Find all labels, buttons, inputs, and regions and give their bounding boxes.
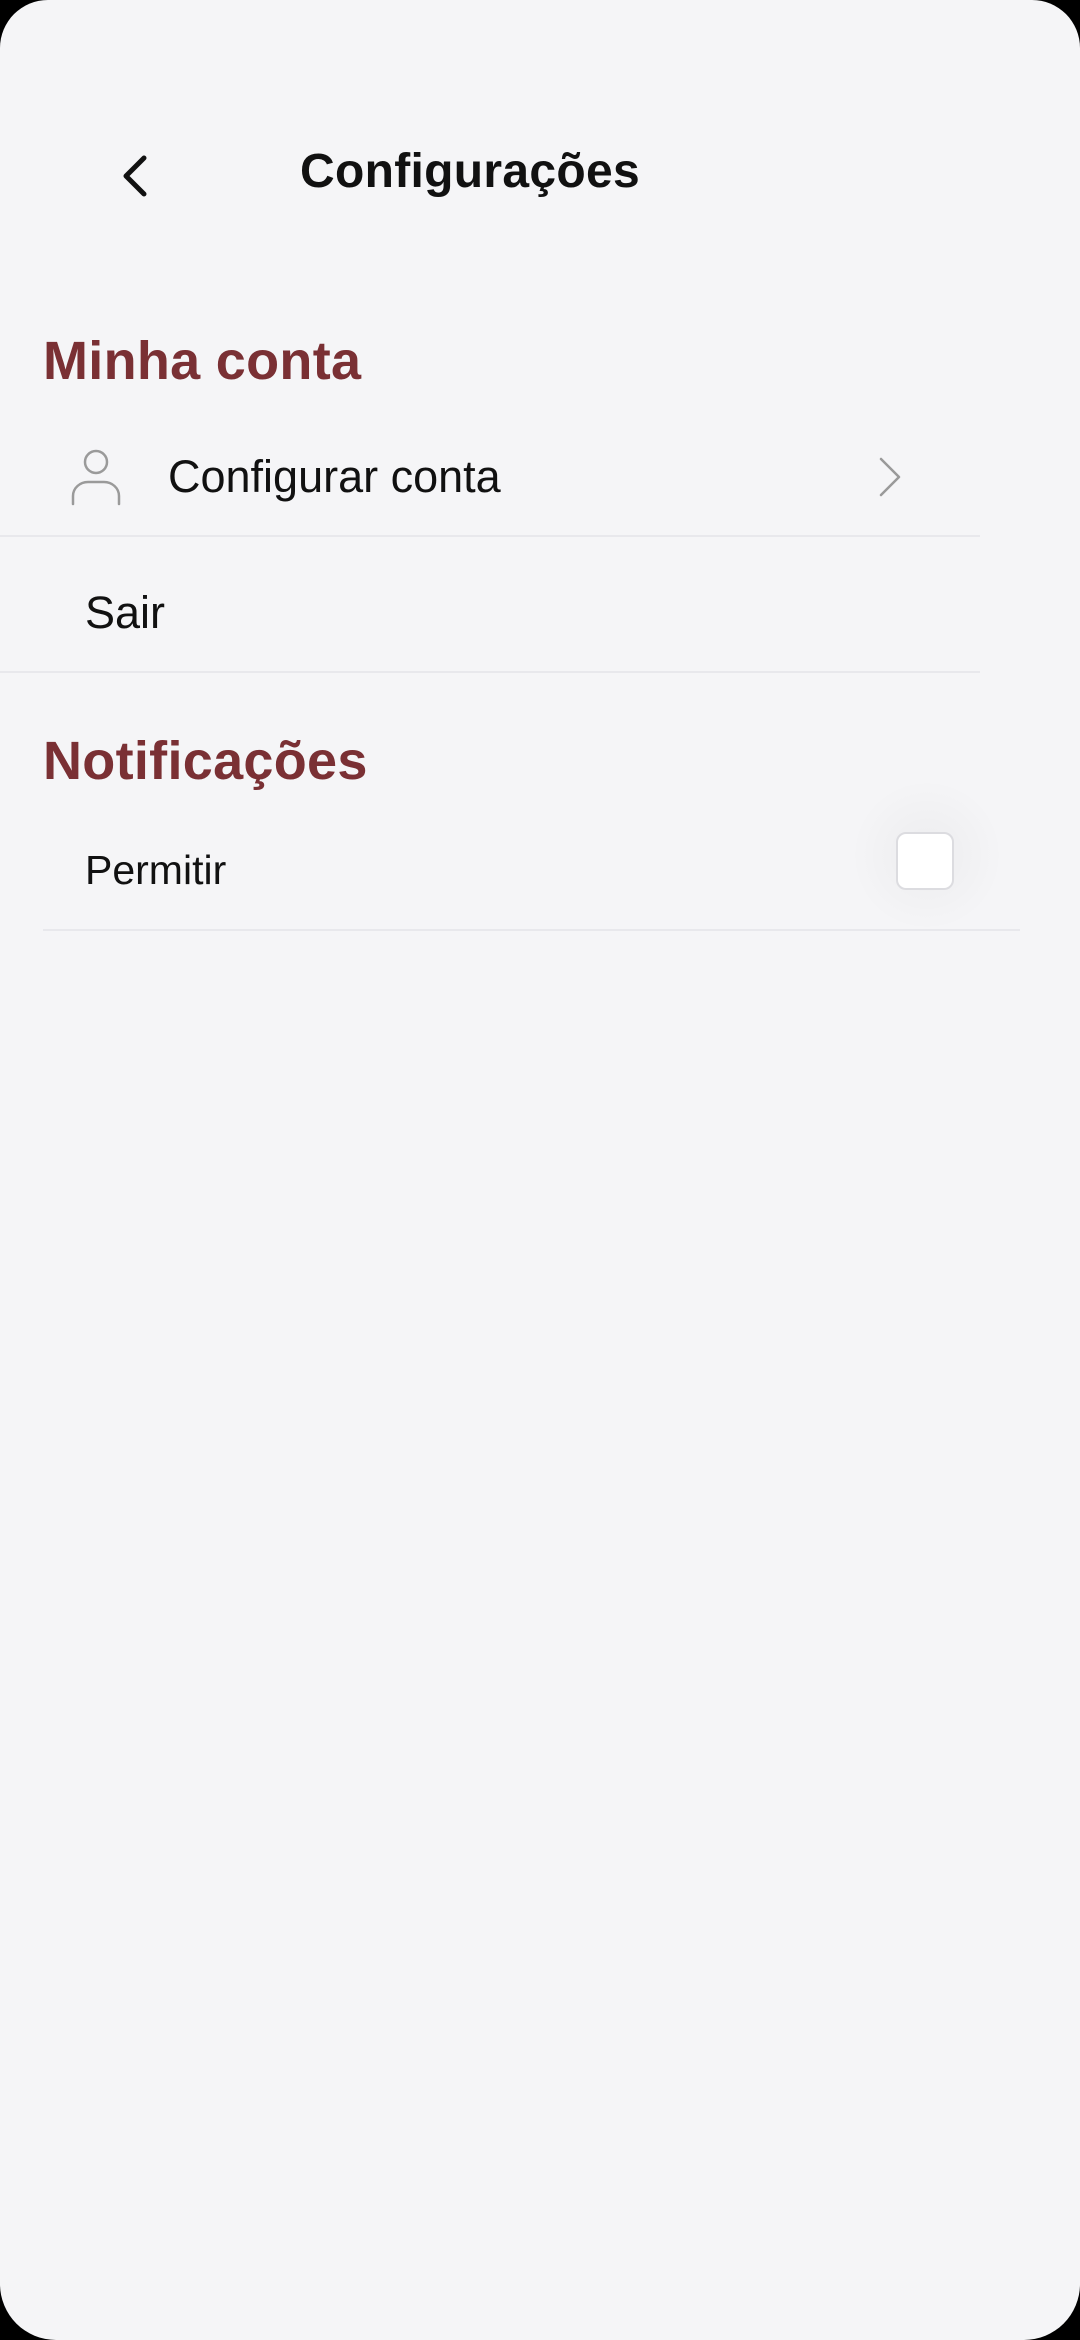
divider: [0, 671, 980, 673]
divider: [43, 929, 1020, 931]
section-title-notifications: Notificações: [43, 731, 368, 791]
allow-notifications-label: Permitir: [85, 846, 227, 893]
top-bar: Configurações: [0, 130, 1080, 220]
divider: [0, 535, 980, 537]
allow-notifications-checkbox[interactable]: [896, 832, 954, 890]
logout-label: Sair: [85, 587, 166, 638]
user-icon: [71, 449, 121, 506]
chevron-right-icon: [879, 457, 901, 497]
settings-screen: Configurações Minha conta Configurar con…: [0, 0, 1080, 2340]
chevron-left-icon: [123, 155, 147, 197]
back-button[interactable]: [105, 146, 165, 206]
configure-account-label: Configurar conta: [168, 451, 501, 502]
configure-account-row[interactable]: Configurar conta: [0, 412, 980, 542]
logout-row[interactable]: Sair: [0, 548, 980, 678]
page-title: Configurações: [300, 145, 640, 198]
section-title-account: Minha conta: [43, 331, 362, 391]
